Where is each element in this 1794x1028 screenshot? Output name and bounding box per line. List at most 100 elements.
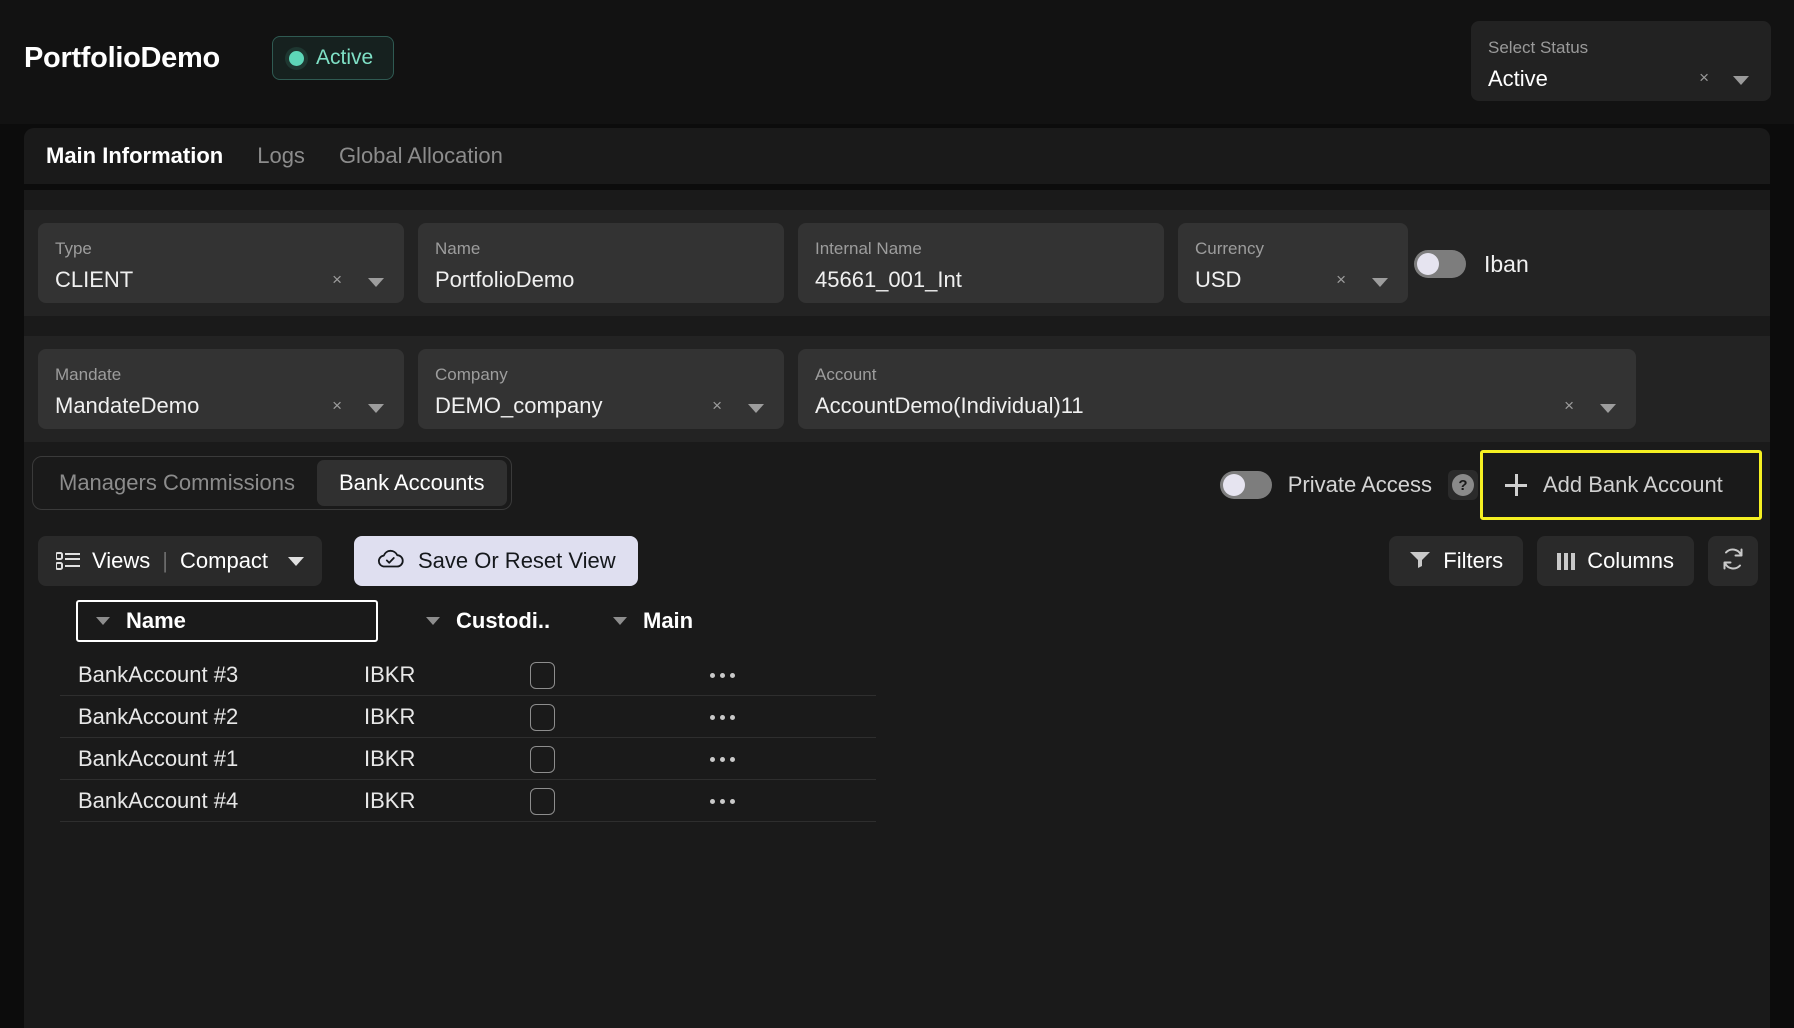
table-row[interactable]: BankAccount #1 IBKR (60, 738, 876, 780)
field-currency[interactable]: Currency USD × (1178, 223, 1408, 303)
chevron-down-icon[interactable] (1600, 404, 1616, 413)
cell-custodian: IBKR (364, 738, 415, 780)
cell-main (530, 696, 555, 738)
column-header-main-label: Main (643, 608, 693, 634)
field-name[interactable]: Name PortfolioDemo (418, 223, 784, 303)
private-access-toggle[interactable] (1220, 471, 1272, 499)
field-account-label: Account (815, 365, 876, 385)
select-status-label: Select Status (1488, 38, 1588, 58)
row-actions-button[interactable] (710, 696, 735, 738)
iban-toggle-knob (1417, 253, 1439, 275)
columns-label: Columns (1587, 548, 1674, 574)
field-mandate[interactable]: Mandate MandateDemo × (38, 349, 404, 429)
clear-icon[interactable]: × (1336, 270, 1346, 290)
field-type-label: Type (55, 239, 92, 259)
main-checkbox[interactable] (530, 704, 555, 731)
cell-main (530, 738, 555, 780)
table-row[interactable]: BankAccount #3 IBKR (60, 654, 876, 696)
cell-main (530, 654, 555, 696)
select-status-value: Active (1488, 66, 1548, 92)
columns-button[interactable]: Columns (1537, 536, 1694, 586)
column-header-name[interactable]: Name (76, 600, 378, 642)
filters-button[interactable]: Filters (1389, 536, 1523, 586)
save-or-reset-view-button[interactable]: Save Or Reset View (354, 536, 638, 586)
row-actions-button[interactable] (710, 738, 735, 780)
main-checkbox[interactable] (530, 788, 555, 815)
views-separator: | (162, 548, 168, 574)
grid-toolbar-right: Filters Columns (1389, 536, 1758, 586)
main-checkbox[interactable] (530, 746, 555, 773)
subtab-managers-commissions[interactable]: Managers Commissions (37, 460, 317, 506)
grid-body: BankAccount #3 IBKR BankAccount #2 IBKR … (60, 654, 876, 822)
select-status-dropdown[interactable]: Select Status Active × (1471, 21, 1771, 101)
filters-label: Filters (1443, 548, 1503, 574)
page-header: PortfolioDemo Active Select Status Activ… (0, 0, 1794, 124)
main-content-panel: Type CLIENT × Name PortfolioDemo Interna… (24, 190, 1770, 1028)
row-actions-button[interactable] (710, 780, 735, 822)
field-company-label: Company (435, 365, 508, 385)
field-currency-label: Currency (1195, 239, 1264, 259)
add-bank-account-button[interactable]: Add Bank Account (1480, 450, 1762, 520)
funnel-icon (1409, 548, 1431, 574)
field-account[interactable]: Account AccountDemo(Individual)11 × (798, 349, 1636, 429)
iban-toggle-group: Iban (1414, 250, 1529, 278)
field-mandate-label: Mandate (55, 365, 121, 385)
field-internal-name-value: 45661_001_Int (815, 267, 962, 293)
subtab-group: Managers Commissions Bank Accounts (32, 456, 512, 510)
chevron-down-icon[interactable] (368, 278, 384, 287)
cell-name: BankAccount #4 (78, 780, 238, 822)
field-currency-value: USD (1195, 267, 1241, 293)
chevron-down-icon[interactable] (368, 404, 384, 413)
views-selector[interactable]: Views | Compact (38, 536, 322, 586)
plus-icon (1505, 474, 1527, 496)
status-badge: Active (272, 36, 394, 80)
views-value: Compact (180, 548, 268, 574)
row-actions-button[interactable] (710, 654, 735, 696)
clear-icon[interactable]: × (332, 270, 342, 290)
refresh-button[interactable] (1708, 536, 1758, 586)
field-company[interactable]: Company DEMO_company × (418, 349, 784, 429)
field-type[interactable]: Type CLIENT × (38, 223, 404, 303)
tab-main-information[interactable]: Main Information (44, 139, 225, 173)
table-row[interactable]: BankAccount #4 IBKR (60, 780, 876, 822)
private-access-label: Private Access (1288, 472, 1432, 498)
clear-icon[interactable]: × (1564, 396, 1574, 416)
private-access-group: Private Access ? (1220, 470, 1478, 500)
cell-name: BankAccount #2 (78, 696, 238, 738)
clear-icon[interactable]: × (712, 396, 722, 416)
cell-custodian: IBKR (364, 696, 415, 738)
clear-icon[interactable]: × (1699, 68, 1709, 88)
help-button[interactable]: ? (1448, 470, 1478, 500)
bank-accounts-grid: Name Custodi.. Main BankAccount #3 IBKR … (36, 598, 1758, 654)
column-header-custodian[interactable]: Custodi.. (426, 600, 550, 642)
field-name-label: Name (435, 239, 480, 259)
chevron-down-icon[interactable] (1733, 76, 1749, 85)
columns-icon (1557, 553, 1575, 570)
iban-toggle[interactable] (1414, 250, 1466, 278)
question-mark-icon: ? (1452, 474, 1474, 496)
chevron-down-icon[interactable] (288, 557, 304, 566)
cell-main (530, 780, 555, 822)
tab-logs[interactable]: Logs (255, 139, 307, 173)
cell-custodian: IBKR (364, 780, 415, 822)
column-header-custodian-label: Custodi.. (456, 608, 550, 634)
subtab-toolbar: Managers Commissions Bank Accounts Priva… (24, 448, 1770, 524)
chevron-down-icon[interactable] (613, 617, 627, 625)
grid-header-row: Name Custodi.. Main (36, 598, 1758, 654)
field-internal-name[interactable]: Internal Name 45661_001_Int (798, 223, 1164, 303)
main-checkbox[interactable] (530, 662, 555, 689)
subtab-bank-accounts[interactable]: Bank Accounts (317, 460, 507, 506)
cloud-check-icon (376, 547, 405, 575)
form-row-secondary: Mandate MandateDemo × Company DEMO_compa… (24, 336, 1770, 442)
clear-icon[interactable]: × (332, 396, 342, 416)
chevron-down-icon[interactable] (426, 617, 440, 625)
chevron-down-icon[interactable] (1372, 278, 1388, 287)
chevron-down-icon[interactable] (96, 617, 110, 625)
field-company-value: DEMO_company (435, 393, 603, 419)
table-row[interactable]: BankAccount #2 IBKR (60, 696, 876, 738)
page-title: PortfolioDemo (24, 42, 220, 75)
tab-global-allocation[interactable]: Global Allocation (337, 139, 505, 173)
chevron-down-icon[interactable] (748, 404, 764, 413)
form-row-primary: Type CLIENT × Name PortfolioDemo Interna… (24, 210, 1770, 316)
column-header-main[interactable]: Main (613, 600, 693, 642)
